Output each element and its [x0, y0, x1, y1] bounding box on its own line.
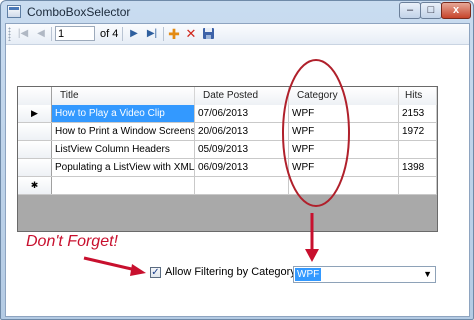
grid-header-row: Title Date Posted Category Hits: [18, 87, 437, 106]
new-row[interactable]: ✱: [18, 177, 437, 195]
combobox-selected-value: WPF: [295, 268, 322, 281]
table-row[interactable]: ListView Column Headers 05/09/2013 WPF: [18, 141, 437, 159]
dont-forget-annotation: Don't Forget!: [26, 233, 118, 250]
cell-category[interactable]: WPF: [289, 123, 399, 140]
move-first-icon[interactable]: |◀: [15, 26, 31, 42]
toolbar-separator: [163, 27, 164, 41]
title-bar[interactable]: ComboBoxSelector – □ x: [1, 1, 473, 23]
cell-category[interactable]: WPF: [289, 105, 399, 122]
cell-hits[interactable]: 1972: [399, 123, 437, 140]
save-disk-glyph: [203, 28, 214, 39]
current-row-indicator-icon[interactable]: ▶: [18, 105, 52, 122]
cell-date-posted[interactable]: 20/06/2013: [195, 123, 289, 140]
toolbar-separator: [51, 27, 52, 41]
window-title: ComboBoxSelector: [27, 5, 131, 19]
table-row[interactable]: How to Print a Window Screensho... 20/06…: [18, 123, 437, 141]
cell-hits[interactable]: [399, 141, 437, 158]
cell-title[interactable]: Populating a ListView with XML D...: [52, 159, 195, 176]
cell-hits[interactable]: 1398: [399, 159, 437, 176]
articles-data-grid[interactable]: Title Date Posted Category Hits ▶ How to…: [17, 86, 438, 232]
cell-category[interactable]: WPF: [289, 159, 399, 176]
column-header-category[interactable]: Category: [289, 87, 399, 105]
record-count-label: of 4: [100, 28, 119, 40]
allow-filtering-checkbox[interactable]: ✓: [150, 267, 161, 278]
binding-navigator-toolbar: |◀ ◀ of 4 ▶ ▶| ✚ ✕: [6, 24, 469, 45]
minimize-button[interactable]: –: [399, 2, 421, 19]
cell-date-posted[interactable]: [195, 177, 289, 194]
cell-title[interactable]: How to Play a Video Clip: [52, 105, 195, 122]
category-combobox[interactable]: WPF ▼: [293, 266, 436, 283]
cell-date-posted[interactable]: 07/06/2013: [195, 105, 289, 122]
save-icon[interactable]: [201, 26, 217, 42]
cell-date-posted[interactable]: 06/09/2013: [195, 159, 289, 176]
row-header[interactable]: [18, 141, 52, 158]
table-row[interactable]: Populating a ListView with XML D... 06/0…: [18, 159, 437, 177]
delete-icon[interactable]: ✕: [183, 26, 199, 42]
grid-corner-header[interactable]: [18, 87, 52, 105]
new-row-asterisk-icon[interactable]: ✱: [18, 177, 52, 194]
column-header-hits[interactable]: Hits: [399, 87, 437, 105]
cell-title[interactable]: ListView Column Headers: [52, 141, 195, 158]
position-input[interactable]: [55, 26, 95, 41]
maximize-button[interactable]: □: [420, 2, 442, 19]
cell-category[interactable]: [289, 177, 399, 194]
cell-date-posted[interactable]: 05/09/2013: [195, 141, 289, 158]
chevron-down-icon[interactable]: ▼: [423, 268, 432, 281]
add-new-icon[interactable]: ✚: [166, 26, 182, 42]
move-next-icon[interactable]: ▶: [126, 26, 142, 42]
move-last-icon[interactable]: ▶|: [144, 26, 160, 42]
toolbar-separator: [122, 27, 123, 41]
column-header-title[interactable]: Title: [52, 87, 195, 105]
row-header[interactable]: [18, 123, 52, 140]
cell-hits[interactable]: [399, 177, 437, 194]
allow-filtering-label[interactable]: Allow Filtering by Category: [165, 266, 296, 278]
column-header-date-posted[interactable]: Date Posted: [195, 87, 289, 105]
cell-title[interactable]: How to Print a Window Screensho...: [52, 123, 195, 140]
close-button[interactable]: x: [441, 2, 471, 19]
app-icon: [7, 5, 21, 18]
toolbar-grip[interactable]: [8, 27, 11, 41]
cell-title[interactable]: [52, 177, 195, 194]
cell-category[interactable]: WPF: [289, 141, 399, 158]
row-header[interactable]: [18, 159, 52, 176]
cell-hits[interactable]: 2153: [399, 105, 437, 122]
table-row[interactable]: ▶ How to Play a Video Clip 07/06/2013 WP…: [18, 105, 437, 123]
move-previous-icon[interactable]: ◀: [33, 26, 49, 42]
